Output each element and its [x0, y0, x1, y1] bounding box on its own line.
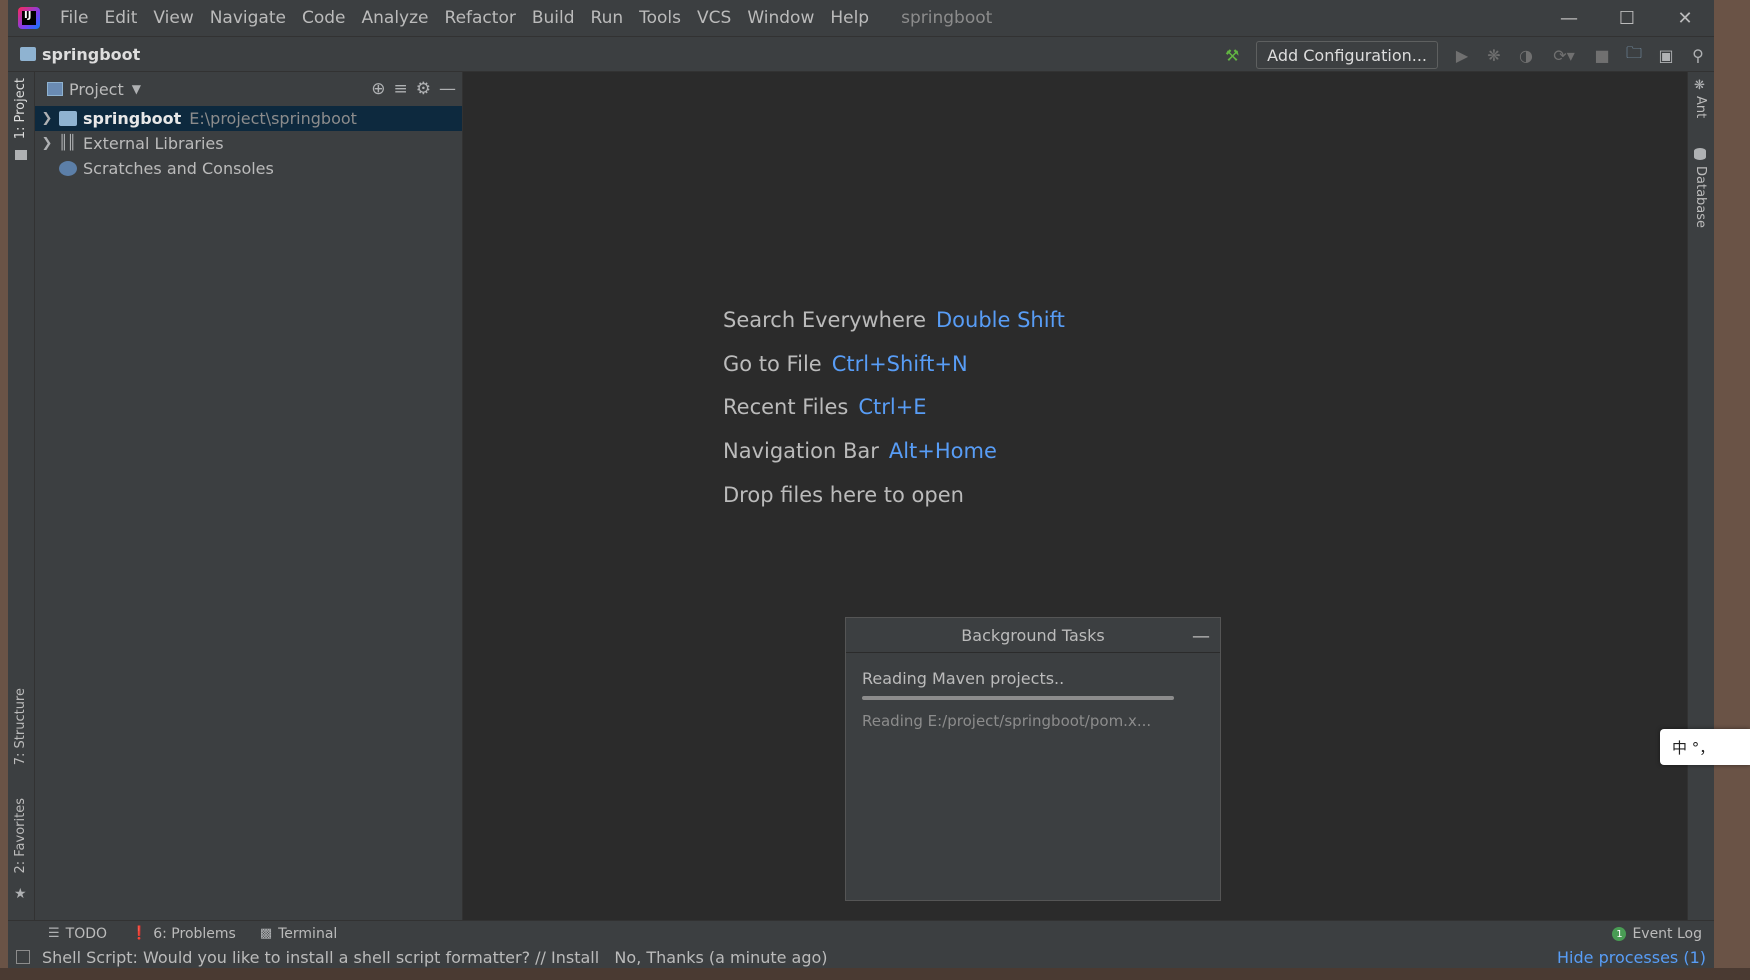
- folder-icon: [15, 150, 27, 160]
- ime-toolbar[interactable]: 中 °，: [1660, 729, 1750, 765]
- hide-processes-link[interactable]: Hide processes (1): [1557, 946, 1706, 968]
- close-icon[interactable]: ✕: [1656, 0, 1714, 36]
- minimize-popup-icon[interactable]: —: [1192, 626, 1210, 647]
- panel-tools: ⊕ ≡ ⚙ —: [371, 72, 456, 106]
- hint-recent-files: Recent Files Ctrl+E: [723, 395, 927, 419]
- task-label: Reading Maven projects..: [862, 669, 1065, 688]
- desktop-background: [0, 968, 1750, 980]
- locate-icon[interactable]: ⊕: [371, 79, 385, 99]
- tab-terminal[interactable]: ▩ Terminal: [260, 926, 337, 942]
- tree-item-external-libraries[interactable]: ❯ ║║ External Libraries: [35, 131, 462, 156]
- tool-window-tabs: ☰ TODO ❗ 6: Problems ▩ Terminal 1 Event …: [8, 920, 1714, 946]
- menu-view[interactable]: View: [145, 8, 201, 28]
- stop-icon[interactable]: ■: [1586, 39, 1618, 71]
- intellij-logo-icon: IJ: [18, 7, 40, 29]
- menu-refactor[interactable]: Refactor: [437, 8, 524, 28]
- tree-item-scratches[interactable]: Scratches and Consoles: [35, 156, 462, 181]
- tab-project[interactable]: 1: Project: [13, 78, 28, 139]
- tab-ant[interactable]: Ant: [1693, 96, 1708, 118]
- run-toolbar: ⚒ Add Configuration... ▶ ❋ ◑ ⟳▾ ■ 🗀 ▣ ⚲: [1216, 37, 1714, 73]
- menu-build[interactable]: Build: [524, 8, 583, 28]
- module-folder-icon: [59, 111, 77, 126]
- debug-icon[interactable]: ❋: [1478, 39, 1510, 71]
- chevron-right-icon[interactable]: ❯: [35, 111, 59, 126]
- scratches-icon: [59, 161, 77, 176]
- hide-panel-icon[interactable]: —: [439, 79, 456, 99]
- status-message[interactable]: Shell Script: Would you like to install …: [42, 948, 828, 967]
- chevron-down-icon[interactable]: ▼: [132, 82, 141, 96]
- profiler-dropdown-icon[interactable]: ⟳▾: [1542, 39, 1586, 71]
- library-icon: ║║: [59, 135, 76, 151]
- star-icon: ★: [14, 886, 27, 902]
- ime-status: 中 °，: [1672, 738, 1715, 757]
- tab-structure[interactable]: 7: Structure: [13, 688, 28, 765]
- tree-item-springboot[interactable]: ❯ springboot E:\project\springboot: [35, 106, 462, 131]
- list-icon: ☰: [48, 926, 60, 941]
- menu-bar: IJ File Edit View Navigate Code Analyze …: [8, 0, 1714, 36]
- project-view-icon: [47, 82, 63, 96]
- hint-go-to-file: Go to File Ctrl+Shift+N: [723, 352, 968, 376]
- menu-tools[interactable]: Tools: [631, 8, 689, 28]
- build-hammer-icon[interactable]: ⚒: [1216, 39, 1248, 71]
- project-folder-icon: [20, 47, 36, 61]
- navigation-bar: springboot ⚒ Add Configuration... ▶ ❋ ◑ …: [8, 36, 1714, 72]
- tree-item-label: springboot: [83, 109, 182, 128]
- menu-run[interactable]: Run: [583, 8, 632, 28]
- event-count-badge: 1: [1612, 927, 1627, 941]
- menu-file[interactable]: File: [52, 8, 96, 28]
- warning-icon: ❗: [131, 926, 148, 941]
- task-detail: Reading E:/project/springboot/pom.x...: [862, 712, 1152, 730]
- hint-navigation-bar: Navigation Bar Alt+Home: [723, 439, 997, 463]
- status-bar: Shell Script: Would you like to install …: [8, 946, 1714, 968]
- run-icon[interactable]: ▶: [1446, 39, 1478, 71]
- gear-icon[interactable]: ⚙: [416, 79, 431, 99]
- menu-window[interactable]: Window: [739, 8, 822, 28]
- ide-window: IJ File Edit View Navigate Code Analyze …: [8, 0, 1714, 968]
- window-title: springboot: [901, 8, 993, 28]
- menu-vcs[interactable]: VCS: [689, 8, 739, 28]
- menu-navigate[interactable]: Navigate: [202, 8, 294, 28]
- breadcrumb[interactable]: springboot: [42, 45, 140, 64]
- search-icon[interactable]: ⚲: [1682, 39, 1714, 71]
- tree-item-label: External Libraries: [83, 134, 224, 153]
- add-configuration-button[interactable]: Add Configuration...: [1256, 41, 1438, 69]
- tab-todo[interactable]: ☰ TODO: [48, 926, 107, 942]
- right-tool-strip: ❋ Ant Database: [1687, 72, 1714, 920]
- project-view-selector[interactable]: Project: [69, 80, 124, 99]
- tab-problems[interactable]: ❗ 6: Problems: [131, 926, 236, 942]
- chevron-right-icon[interactable]: ❯: [35, 136, 59, 151]
- database-icon: [1694, 148, 1706, 160]
- toggle-tool-windows-icon[interactable]: [16, 950, 30, 964]
- coverage-icon[interactable]: ◑: [1510, 39, 1542, 71]
- presentation-icon[interactable]: ▣: [1650, 39, 1682, 71]
- task-progress-bar: [862, 696, 1174, 700]
- project-panel: Project ▼ ⊕ ≡ ⚙ — ❯ springboot E:\projec…: [35, 72, 463, 920]
- left-tool-strip: 1: Project 7: Structure 2: Favorites ★: [8, 72, 35, 920]
- tab-favorites[interactable]: 2: Favorites: [13, 798, 28, 874]
- ant-icon: ❋: [1694, 78, 1705, 93]
- maximize-icon[interactable]: ☐: [1598, 0, 1656, 36]
- menu-edit[interactable]: Edit: [96, 8, 145, 28]
- background-tasks-title: Background Tasks —: [846, 618, 1220, 653]
- project-structure-icon[interactable]: 🗀: [1618, 39, 1650, 71]
- collapse-all-icon[interactable]: ≡: [394, 79, 408, 99]
- project-panel-header: Project ▼ ⊕ ≡ ⚙ —: [35, 72, 462, 106]
- menu-help[interactable]: Help: [822, 8, 877, 28]
- event-log-button[interactable]: 1 Event Log: [1612, 921, 1702, 947]
- menu-code[interactable]: Code: [294, 8, 354, 28]
- minimize-icon[interactable]: —: [1540, 0, 1598, 36]
- tree-item-label: Scratches and Consoles: [83, 159, 274, 178]
- hint-drop-files: Drop files here to open: [723, 483, 964, 507]
- tree-item-path: E:\project\springboot: [189, 109, 357, 128]
- background-tasks-popup: Background Tasks — Reading Maven project…: [845, 617, 1221, 901]
- menu-analyze[interactable]: Analyze: [354, 8, 437, 28]
- terminal-icon: ▩: [259, 926, 273, 941]
- hint-search-everywhere: Search Everywhere Double Shift: [723, 308, 1065, 332]
- tab-database[interactable]: Database: [1693, 166, 1708, 228]
